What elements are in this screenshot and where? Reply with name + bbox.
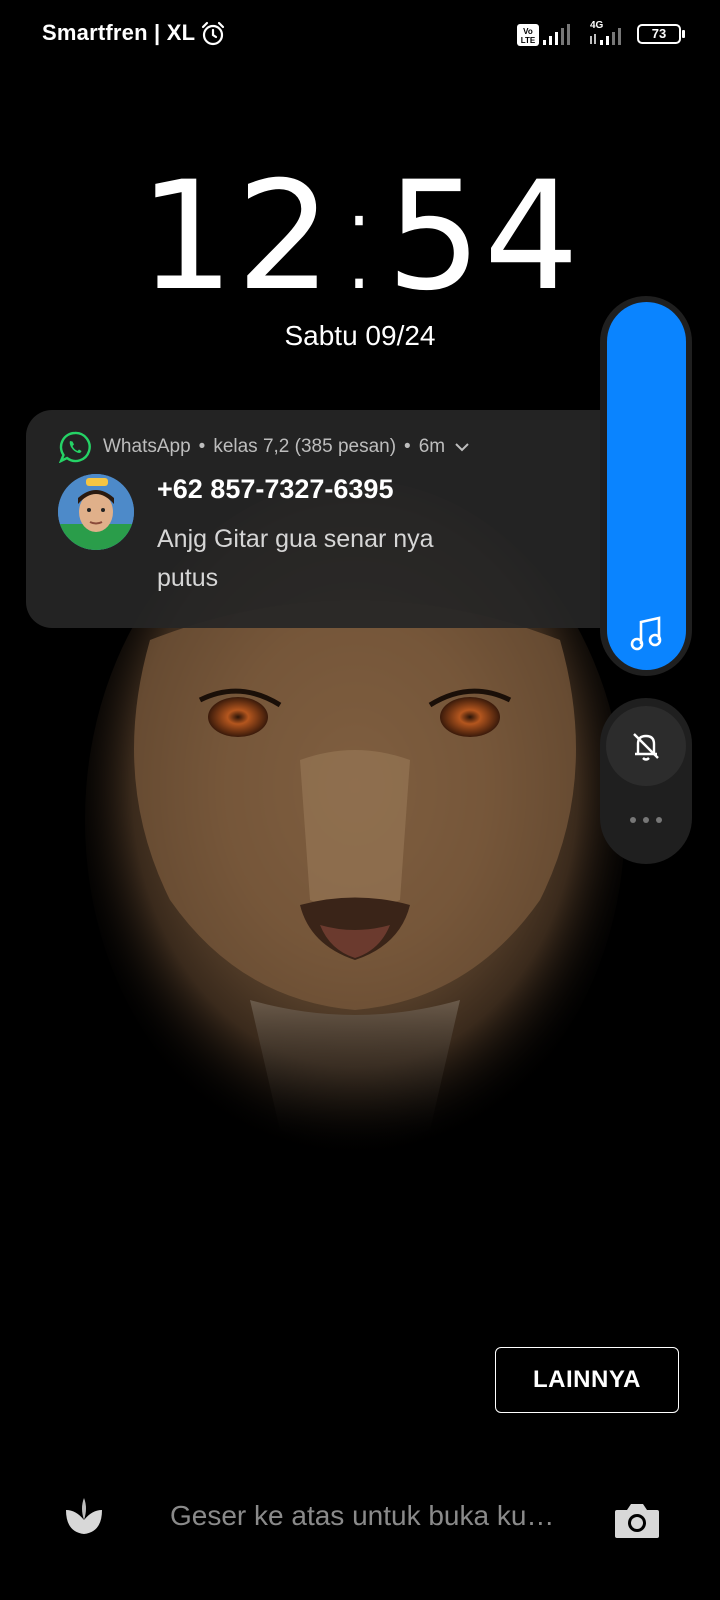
more-button[interactable]: LAINNYA — [495, 1347, 679, 1413]
alarm-icon — [201, 21, 225, 46]
whatsapp-notification[interactable]: WhatsApp • kelas 7,2 (385 pesan) • 6m +62 85… — [26, 410, 666, 628]
clock-hour: 12 — [138, 150, 334, 324]
battery-icon: 73 — [637, 24, 681, 44]
signal-icon — [590, 28, 621, 45]
more-dots-icon[interactable] — [628, 815, 664, 825]
notification-app-name: WhatsApp — [103, 436, 191, 457]
notification-sender: +62 857-7327-6395 — [157, 474, 394, 504]
whatsapp-icon — [59, 431, 91, 463]
battery-tip — [682, 30, 685, 38]
notification-message: Anjg Gitar gua senar nya putus — [157, 525, 434, 592]
camera-icon[interactable] — [613, 1500, 661, 1540]
notification-age: 6m — [418, 436, 446, 457]
svg-text:Vo: Vo — [523, 27, 533, 36]
theme-leaf-icon[interactable] — [62, 1494, 106, 1538]
notification-header: WhatsApp • kelas 7,2 (385 pesan) • 6m — [103, 436, 469, 458]
notification-group: kelas 7,2 (385 pesan) — [213, 436, 397, 457]
carrier-label: Smartfren | XL — [42, 20, 196, 45]
svg-text:LTE: LTE — [521, 36, 536, 45]
volume-slider[interactable] — [607, 302, 686, 670]
avatar — [58, 474, 134, 550]
swipe-up-hint: Geser ke atas untuk buka ku… — [170, 1500, 555, 1531]
signal-icon — [543, 24, 570, 45]
status-bar: Smartfren | XL Vo LTE 4G 73 — [0, 0, 720, 70]
clock-minute: 54 — [386, 150, 582, 324]
lock-clock: 12:54 — [138, 150, 582, 324]
volte-icon: Vo LTE — [517, 24, 539, 46]
bell-off-icon — [633, 733, 659, 761]
chevron-down-icon[interactable] — [455, 442, 469, 452]
music-note-icon — [630, 616, 662, 651]
